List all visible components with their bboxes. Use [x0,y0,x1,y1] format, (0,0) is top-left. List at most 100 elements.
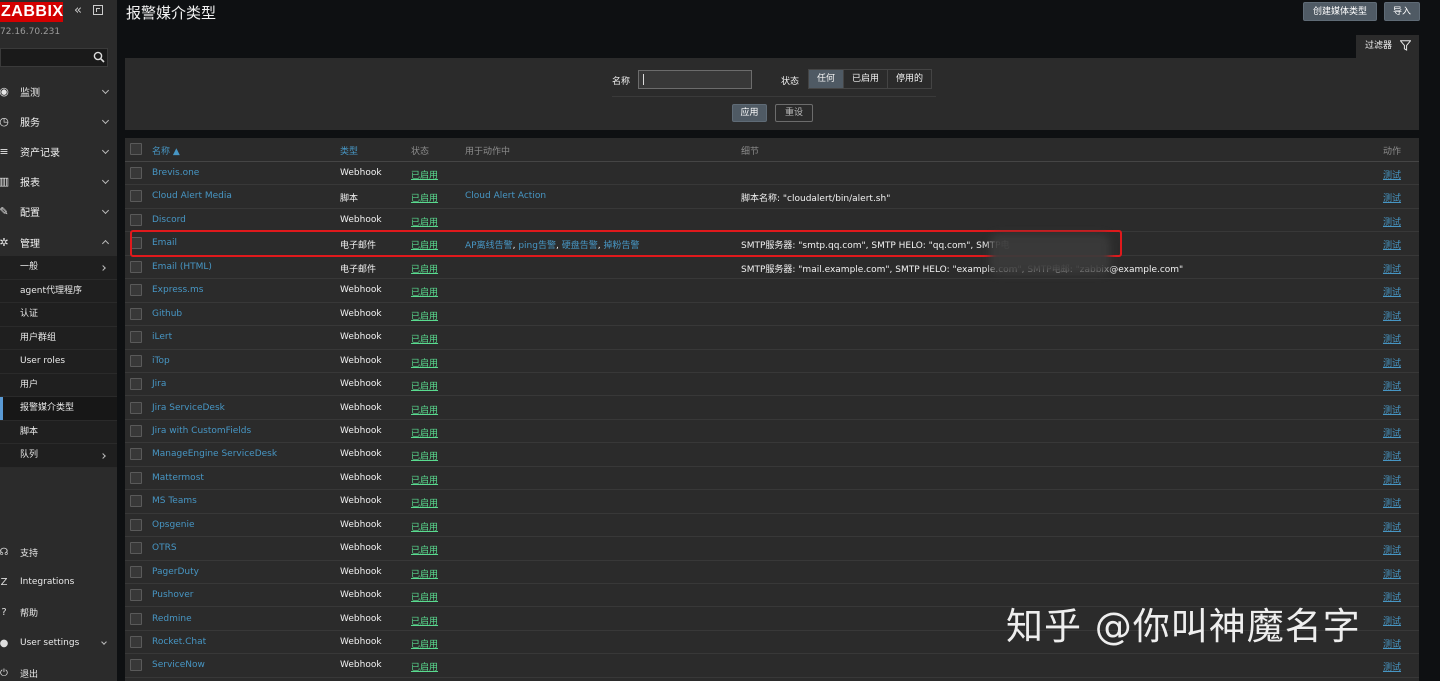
action-link[interactable]: Cloud Alert Action [465,191,546,201]
row-checkbox[interactable] [130,190,142,203]
row-checkbox[interactable] [130,307,142,320]
sidebar-bottom-item[interactable]: Z Integrations [0,567,117,597]
test-link[interactable]: 测试 [1383,168,1401,181]
media-type-name-link[interactable]: Discord [152,215,186,225]
row-checkbox[interactable] [130,213,142,226]
test-link[interactable]: 测试 [1383,238,1401,251]
sidebar-menu-5[interactable]: ✲ 管理 [0,227,117,257]
sidebar-bottom-item[interactable]: ⏻ 退出 [0,658,117,681]
sidebar-menu-4[interactable]: ✎ 配置 [0,196,117,226]
column-header-type[interactable]: 类型 [340,144,358,157]
test-link[interactable]: 测试 [1383,191,1401,204]
row-checkbox[interactable] [130,612,142,625]
media-type-name-link[interactable]: Cloud Alert Media [152,191,232,201]
row-checkbox[interactable] [130,589,142,602]
submenu-item[interactable]: 一般 [0,256,117,280]
status-enabled-link[interactable]: 已启用 [411,191,438,204]
test-link[interactable]: 测试 [1383,660,1401,673]
row-checkbox[interactable] [130,424,142,437]
test-link[interactable]: 测试 [1383,496,1401,509]
zabbix-logo[interactable]: ZABBIX [0,2,63,22]
test-link[interactable]: 测试 [1383,473,1401,486]
sidebar-menu-1[interactable]: ◷ 服务 [0,106,117,136]
status-enabled-link[interactable]: 已启用 [411,614,438,627]
status-enabled-link[interactable]: 已启用 [411,168,438,181]
status-enabled-link[interactable]: 已启用 [411,543,438,556]
submenu-item[interactable]: 认证 [0,303,117,327]
test-link[interactable]: 测试 [1383,567,1401,580]
test-link[interactable]: 测试 [1383,449,1401,462]
media-type-name-link[interactable]: ServiceNow [152,660,205,670]
action-link[interactable]: AP离线告警 [465,241,513,251]
status-option[interactable]: 已启用 [844,70,889,88]
test-link[interactable]: 测试 [1383,262,1401,275]
status-enabled-link[interactable]: 已启用 [411,473,438,486]
media-type-name-link[interactable]: Express.ms [152,285,203,295]
filter-name-input[interactable] [638,70,752,89]
media-type-name-link[interactable]: Mattermost [152,473,204,483]
submenu-item[interactable]: 脚本 [0,421,117,444]
row-checkbox[interactable] [130,471,142,484]
row-checkbox[interactable] [130,354,142,367]
row-checkbox[interactable] [130,636,142,648]
test-link[interactable]: 测试 [1383,614,1401,627]
status-enabled-link[interactable]: 已启用 [411,520,438,533]
status-enabled-link[interactable]: 已启用 [411,309,438,322]
media-type-name-link[interactable]: Email [152,238,177,248]
media-type-name-link[interactable]: ManageEngine ServiceDesk [152,449,277,459]
row-checkbox[interactable] [130,659,142,672]
search-icon[interactable] [93,51,105,63]
submenu-item[interactable]: User roles [0,350,117,374]
collapse-sidebar-icon[interactable]: « [74,4,82,18]
create-media-type-button[interactable]: 创建媒体类型 [1303,2,1377,21]
row-checkbox[interactable] [130,565,142,578]
status-enabled-link[interactable]: 已启用 [411,238,438,251]
row-checkbox[interactable] [130,401,142,414]
status-enabled-link[interactable]: 已启用 [411,660,438,673]
sidebar-bottom-item[interactable]: ● User settings [0,628,117,658]
status-option[interactable]: 任何 [809,70,845,88]
media-type-name-link[interactable]: Github [152,309,182,319]
select-all-checkbox[interactable] [130,143,142,155]
media-type-name-link[interactable]: Rocket.Chat [152,637,206,647]
status-enabled-link[interactable]: 已启用 [411,262,438,275]
status-enabled-link[interactable]: 已启用 [411,637,438,650]
media-type-name-link[interactable]: Jira with CustomFields [152,426,251,436]
media-type-name-link[interactable]: Redmine [152,614,192,624]
row-checkbox[interactable] [130,495,142,508]
row-checkbox[interactable] [130,518,142,531]
kiosk-mode-icon[interactable] [93,5,103,15]
sidebar-search-input[interactable] [0,48,108,67]
status-enabled-link[interactable]: 已启用 [411,379,438,392]
submenu-item[interactable]: 用户 [0,374,117,397]
submenu-item[interactable]: agent代理程序 [0,280,117,303]
status-enabled-link[interactable]: 已启用 [411,332,438,345]
test-link[interactable]: 测试 [1383,426,1401,439]
status-enabled-link[interactable]: 已启用 [411,403,438,416]
status-enabled-link[interactable]: 已启用 [411,426,438,439]
row-checkbox[interactable] [130,378,142,391]
media-type-name-link[interactable]: MS Teams [152,496,197,506]
row-checkbox[interactable] [130,542,142,555]
status-enabled-link[interactable]: 已启用 [411,215,438,228]
sidebar-menu-2[interactable]: ≡ 资产记录 [0,136,117,166]
test-link[interactable]: 测试 [1383,637,1401,650]
media-type-name-link[interactable]: Pushover [152,590,193,600]
media-type-name-link[interactable]: Email (HTML) [152,262,212,272]
test-link[interactable]: 测试 [1383,215,1401,228]
column-header-name[interactable]: 名称 ▲ [152,144,180,157]
test-link[interactable]: 测试 [1383,309,1401,322]
row-checkbox[interactable] [130,237,142,250]
test-link[interactable]: 测试 [1383,403,1401,416]
test-link[interactable]: 测试 [1383,379,1401,392]
sidebar-menu-0[interactable]: ◉ 监测 [0,76,117,106]
test-link[interactable]: 测试 [1383,356,1401,369]
test-link[interactable]: 测试 [1383,285,1401,298]
status-enabled-link[interactable]: 已启用 [411,567,438,580]
status-enabled-link[interactable]: 已启用 [411,449,438,462]
submenu-item[interactable]: 报警媒介类型 [0,397,117,421]
status-enabled-link[interactable]: 已启用 [411,496,438,509]
media-type-name-link[interactable]: iTop [152,356,170,366]
row-checkbox[interactable] [130,331,142,344]
sidebar-bottom-item[interactable]: ☊ 支持 [0,537,117,567]
